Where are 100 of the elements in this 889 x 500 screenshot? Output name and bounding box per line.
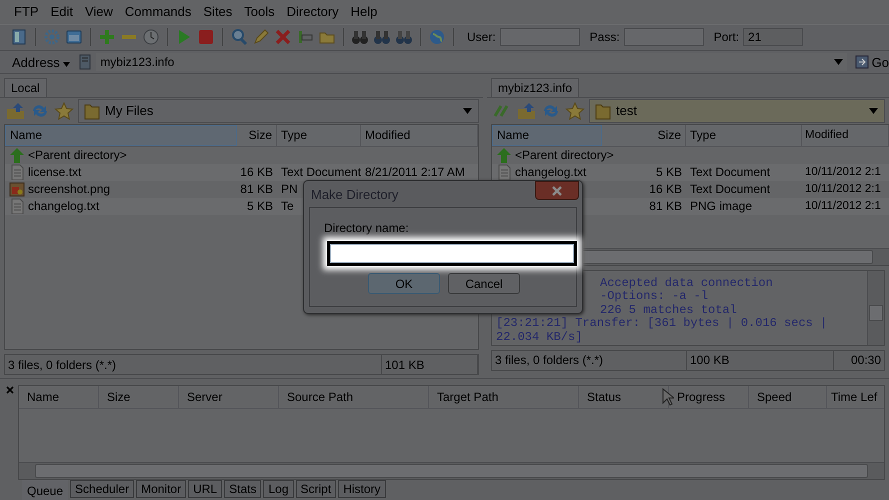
panel-tab[interactable]: mybiz123.info bbox=[491, 78, 580, 97]
caret-icon bbox=[869, 108, 878, 114]
queue-tab[interactable]: Monitor bbox=[136, 480, 186, 498]
globe-icon[interactable] bbox=[428, 28, 446, 46]
file-name[interactable]: license.txt bbox=[28, 165, 82, 180]
file-modified: 10/11/2012 2:1 bbox=[805, 183, 881, 196]
up-arrow-icon bbox=[496, 147, 512, 164]
menu-item[interactable]: Tools bbox=[238, 4, 281, 20]
path-dropdown[interactable]: test bbox=[589, 98, 885, 123]
binoculars-icon[interactable] bbox=[373, 28, 391, 46]
log-line: Accepted data connection bbox=[600, 276, 773, 290]
file-modified: 10/11/2012 2:1 bbox=[805, 200, 881, 212]
file-name[interactable]: <Parent directory> bbox=[28, 148, 127, 162]
user-label: User: bbox=[467, 30, 496, 44]
folder-icon bbox=[595, 102, 611, 120]
log-line: 226 5 matches total bbox=[600, 302, 737, 317]
binoculars-icon[interactable] bbox=[351, 28, 369, 46]
panel-tab[interactable]: Local bbox=[4, 78, 47, 97]
text-file-icon bbox=[496, 164, 512, 180]
queue-tab[interactable]: Log bbox=[263, 480, 294, 498]
close-button[interactable] bbox=[535, 181, 579, 200]
column-header[interactable]: Name bbox=[492, 124, 602, 146]
search-icon[interactable] bbox=[230, 28, 248, 46]
menu-item[interactable]: Directory bbox=[280, 4, 345, 20]
server-icon bbox=[78, 54, 92, 70]
window-icon[interactable] bbox=[65, 28, 83, 46]
queue-tab[interactable]: Scheduler bbox=[70, 480, 134, 498]
column-header[interactable]: Source Path bbox=[279, 386, 429, 408]
queue-tab[interactable]: History bbox=[338, 480, 386, 498]
menu-item[interactable]: Help bbox=[344, 4, 384, 20]
column-header[interactable]: Name bbox=[19, 386, 99, 408]
folder-up-icon[interactable] bbox=[6, 102, 26, 120]
close-icon[interactable] bbox=[6, 386, 14, 394]
queue-tab[interactable]: Queue bbox=[22, 480, 68, 500]
column-header[interactable]: Target Path bbox=[429, 386, 579, 408]
port-field[interactable]: 21 bbox=[743, 28, 804, 46]
address-field[interactable]: mybiz123.info bbox=[96, 53, 847, 72]
go-button[interactable]: Go bbox=[850, 54, 889, 70]
queue-tab[interactable]: Stats bbox=[224, 480, 262, 498]
menu-item[interactable]: View bbox=[78, 4, 119, 20]
log-line: 22.034 KB/s] bbox=[496, 330, 582, 344]
column-header[interactable]: Modified bbox=[802, 124, 889, 146]
clock-icon[interactable] bbox=[142, 28, 160, 46]
caret-icon bbox=[463, 108, 472, 114]
column-header[interactable]: Modified bbox=[361, 124, 478, 146]
column-header[interactable]: Server bbox=[179, 386, 279, 408]
file-size: 81 KB bbox=[649, 199, 682, 214]
queue-tab[interactable]: Script bbox=[296, 480, 336, 498]
port-label: Port: bbox=[714, 30, 740, 44]
dialog-title: Make Directory bbox=[311, 186, 398, 202]
folder-up-icon[interactable] bbox=[517, 102, 537, 120]
status-text: 3 files, 0 folders (*.*) bbox=[492, 350, 687, 370]
file-name[interactable]: changelog.txt bbox=[28, 199, 100, 214]
column-header[interactable]: Size bbox=[602, 124, 686, 146]
ok-button[interactable]: OK bbox=[368, 273, 440, 294]
file-name[interactable]: <Parent directory> bbox=[515, 148, 614, 162]
file-type: Text Document bbox=[690, 182, 770, 196]
image-file-icon bbox=[9, 181, 25, 198]
folder-icon bbox=[84, 102, 100, 120]
close-icon bbox=[551, 186, 563, 196]
star-icon[interactable] bbox=[565, 102, 585, 120]
column-header[interactable]: Type bbox=[277, 124, 361, 146]
cross-icon[interactable] bbox=[274, 28, 292, 46]
cancel-button[interactable]: Cancel bbox=[448, 273, 520, 294]
file-modified: 8/21/2011 2:17 AM bbox=[365, 165, 465, 180]
file-type: Text Document bbox=[281, 165, 362, 180]
stop-icon[interactable] bbox=[197, 28, 215, 46]
caret-icon bbox=[834, 59, 843, 66]
address-dropdown[interactable]: Address bbox=[6, 54, 74, 70]
column-header[interactable]: Name bbox=[5, 124, 237, 146]
menu-item[interactable]: Edit bbox=[44, 4, 79, 20]
file-size: 5 KB bbox=[656, 165, 682, 180]
vertical-scrollbar[interactable] bbox=[867, 270, 884, 345]
column-header[interactable]: Size bbox=[99, 386, 179, 408]
user-field[interactable] bbox=[500, 28, 580, 46]
column-header[interactable]: Size bbox=[237, 124, 277, 146]
panel-icon[interactable] bbox=[10, 28, 28, 46]
file-name[interactable]: screenshot.png bbox=[28, 182, 110, 196]
file-size: 16 KB bbox=[649, 182, 682, 196]
password-field[interactable] bbox=[624, 28, 704, 46]
mouse-cursor-icon bbox=[662, 388, 674, 406]
column-header[interactable]: Speed bbox=[749, 386, 827, 408]
menu-item[interactable]: Commands bbox=[118, 4, 198, 20]
file-name[interactable]: changelog.txt bbox=[515, 165, 586, 180]
menu-item[interactable]: FTP bbox=[8, 4, 45, 20]
binoculars-icon[interactable] bbox=[395, 28, 413, 46]
directory-name-field[interactable] bbox=[327, 241, 577, 266]
column-header[interactable]: Type bbox=[686, 124, 802, 146]
pencil-icon[interactable] bbox=[252, 28, 270, 46]
text-file-icon bbox=[9, 198, 25, 214]
log-line: -Options: -a -l bbox=[600, 289, 708, 304]
column-header[interactable]: Time Lef bbox=[827, 386, 884, 408]
horizontal-scrollbar[interactable] bbox=[19, 462, 884, 479]
path-dropdown[interactable]: My Files bbox=[78, 98, 479, 123]
plus-icon[interactable] bbox=[98, 28, 116, 46]
queue-tab[interactable]: URL bbox=[188, 480, 222, 498]
menu-item[interactable]: Sites bbox=[197, 4, 238, 20]
file-type: Text Document bbox=[690, 165, 770, 180]
file-type: PN bbox=[281, 182, 298, 196]
star-icon[interactable] bbox=[54, 102, 74, 120]
